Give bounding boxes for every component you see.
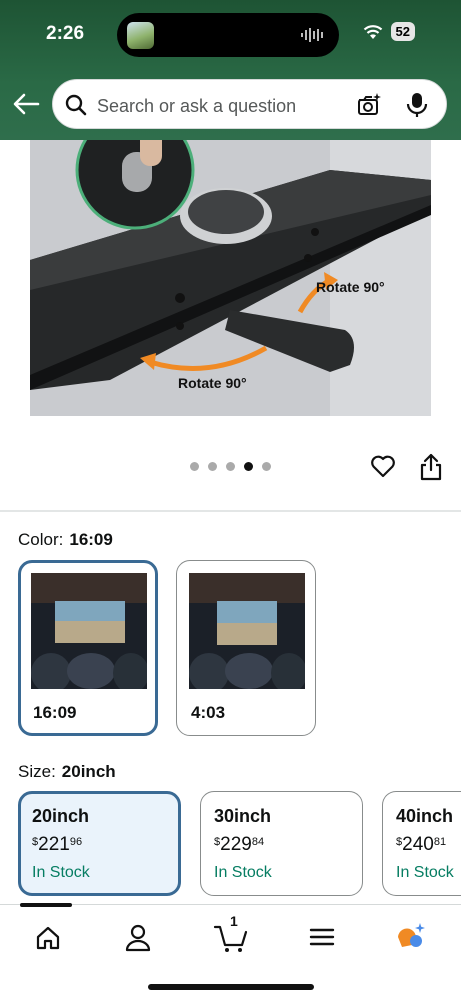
search-icon xyxy=(65,94,87,116)
microphone-icon[interactable] xyxy=(406,92,428,118)
size-option-stock: In Stock xyxy=(32,864,90,881)
size-label-text: Size: xyxy=(18,762,56,781)
search-input[interactable]: Search or ask a question xyxy=(97,96,296,117)
size-option-stock: In Stock xyxy=(214,864,272,881)
size-option-30inch[interactable]: 30inch $22984 In Stock xyxy=(200,791,363,896)
app-header: 2:26 52 Search or ask a question xyxy=(0,0,461,140)
heart-icon[interactable] xyxy=(370,453,396,479)
status-icons: 52 xyxy=(363,22,415,41)
size-option-name: 20inch xyxy=(32,806,90,826)
color-option-label: 16:09 xyxy=(33,703,77,722)
color-option-4-03[interactable]: 4:03 xyxy=(176,560,316,736)
color-option-label: 4:03 xyxy=(191,703,226,722)
size-option-price: $24081 xyxy=(396,834,447,855)
product-image[interactable]: Rotate 90° Rotate 90° xyxy=(30,140,431,416)
gallery-dot-active[interactable] xyxy=(244,462,253,471)
color-selected-value: 16:09 xyxy=(69,530,113,549)
camera-search-icon[interactable] xyxy=(356,92,382,118)
battery-indicator: 52 xyxy=(390,22,415,41)
color-label-text: Color: xyxy=(18,530,64,549)
color-label: Color: 16:09 xyxy=(18,530,113,550)
size-option-price: $22196 xyxy=(32,834,83,855)
now-playing-thumbnail xyxy=(127,22,154,49)
rotate-annotation-bottom: Rotate 90° xyxy=(178,375,247,391)
cart-count-badge: 1 xyxy=(230,913,238,929)
size-option-stock: In Stock xyxy=(396,864,454,881)
size-option-price: $22984 xyxy=(214,834,265,855)
gallery-dot[interactable] xyxy=(208,462,217,471)
size-label: Size: 20inch xyxy=(18,762,116,782)
color-option-thumbnail xyxy=(31,573,147,689)
product-gallery[interactable]: Rotate 90° Rotate 90° xyxy=(0,140,461,510)
audio-waveform-icon xyxy=(301,28,323,42)
size-option-name: 30inch xyxy=(214,806,272,826)
dynamic-island xyxy=(117,13,339,57)
wifi-icon xyxy=(363,24,382,39)
back-arrow-icon[interactable] xyxy=(12,92,40,116)
color-option-16-09[interactable]: 16:09 xyxy=(18,560,158,736)
gallery-pagination[interactable] xyxy=(190,462,271,471)
cart-button[interactable]: 1 xyxy=(212,913,252,955)
account-icon[interactable] xyxy=(118,919,158,955)
menu-icon[interactable] xyxy=(302,919,342,955)
home-indicator[interactable] xyxy=(148,984,314,990)
rufus-ai-icon[interactable] xyxy=(392,919,432,955)
rotate-annotation-top: Rotate 90° xyxy=(316,279,385,295)
home-icon[interactable] xyxy=(28,919,68,955)
status-time: 2:26 xyxy=(46,23,85,44)
size-option-40inch[interactable]: 40inch $24081 In Stock xyxy=(382,791,461,896)
gallery-dot[interactable] xyxy=(190,462,199,471)
search-bar[interactable]: Search or ask a question xyxy=(52,79,447,129)
status-bar: 2:26 52 xyxy=(0,0,461,70)
gallery-dot[interactable] xyxy=(226,462,235,471)
size-option-20inch[interactable]: 20inch $22196 In Stock xyxy=(18,791,181,896)
active-tab-indicator xyxy=(20,903,72,907)
section-divider xyxy=(0,510,461,512)
size-selected-value: 20inch xyxy=(61,762,116,781)
gallery-dot[interactable] xyxy=(262,462,271,471)
size-option-name: 40inch xyxy=(396,806,454,826)
share-icon[interactable] xyxy=(419,453,443,481)
color-option-thumbnail xyxy=(189,573,305,689)
